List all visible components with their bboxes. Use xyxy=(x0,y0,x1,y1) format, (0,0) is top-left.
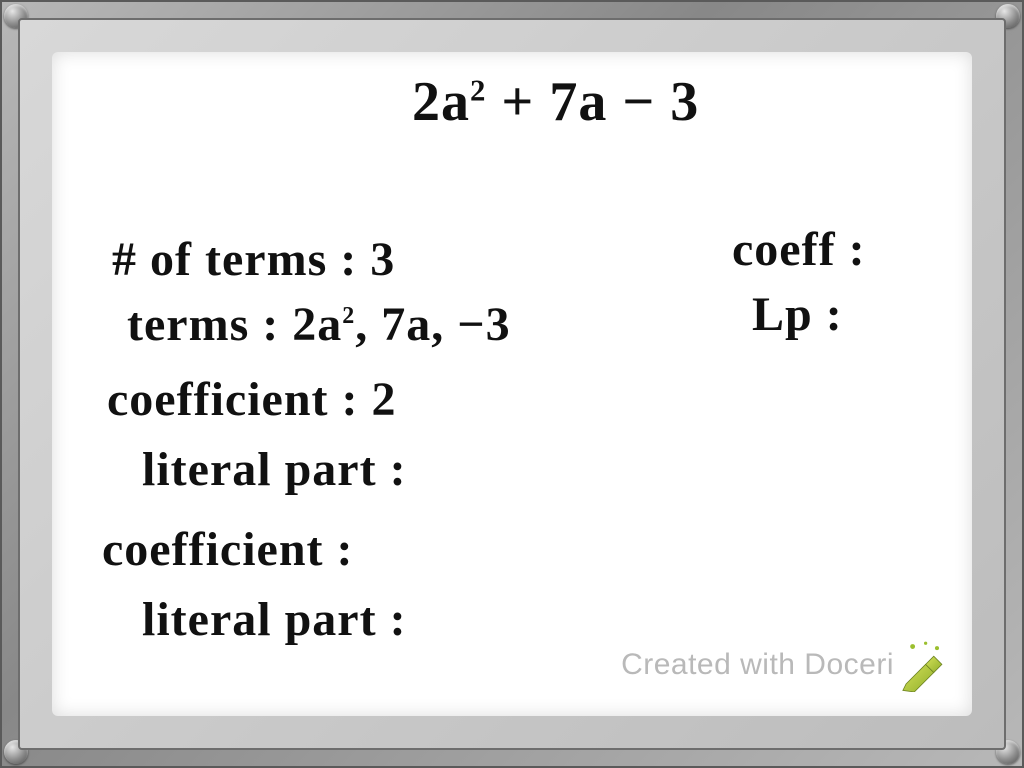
coefficient-2-line: coefficient : xyxy=(102,522,354,577)
terms-line: terms : 2a2, 7a, −3 xyxy=(127,297,511,352)
whiteboard-inner-frame: 2a2 + 7a − 3 # of terms : 3 terms : 2a2,… xyxy=(18,18,1006,750)
literal-part-1-line: literal part : xyxy=(142,442,407,497)
lp-short-line: Lp : xyxy=(752,287,843,342)
literal-part-2-line: literal part : xyxy=(142,592,407,647)
whiteboard-surface: 2a2 + 7a − 3 # of terms : 3 terms : 2a2,… xyxy=(52,52,972,716)
coefficient-1-line: coefficient : 2 xyxy=(107,372,397,427)
coeff-short-line: coeff : xyxy=(732,222,866,277)
doceri-logo-icon xyxy=(898,640,950,692)
whiteboard-outer-frame: 2a2 + 7a − 3 # of terms : 3 terms : 2a2,… xyxy=(0,0,1024,768)
watermark-text: Created with Doceri xyxy=(621,648,894,682)
polynomial-expression: 2a2 + 7a − 3 xyxy=(412,70,699,134)
num-terms-line: # of terms : 3 xyxy=(112,232,395,287)
